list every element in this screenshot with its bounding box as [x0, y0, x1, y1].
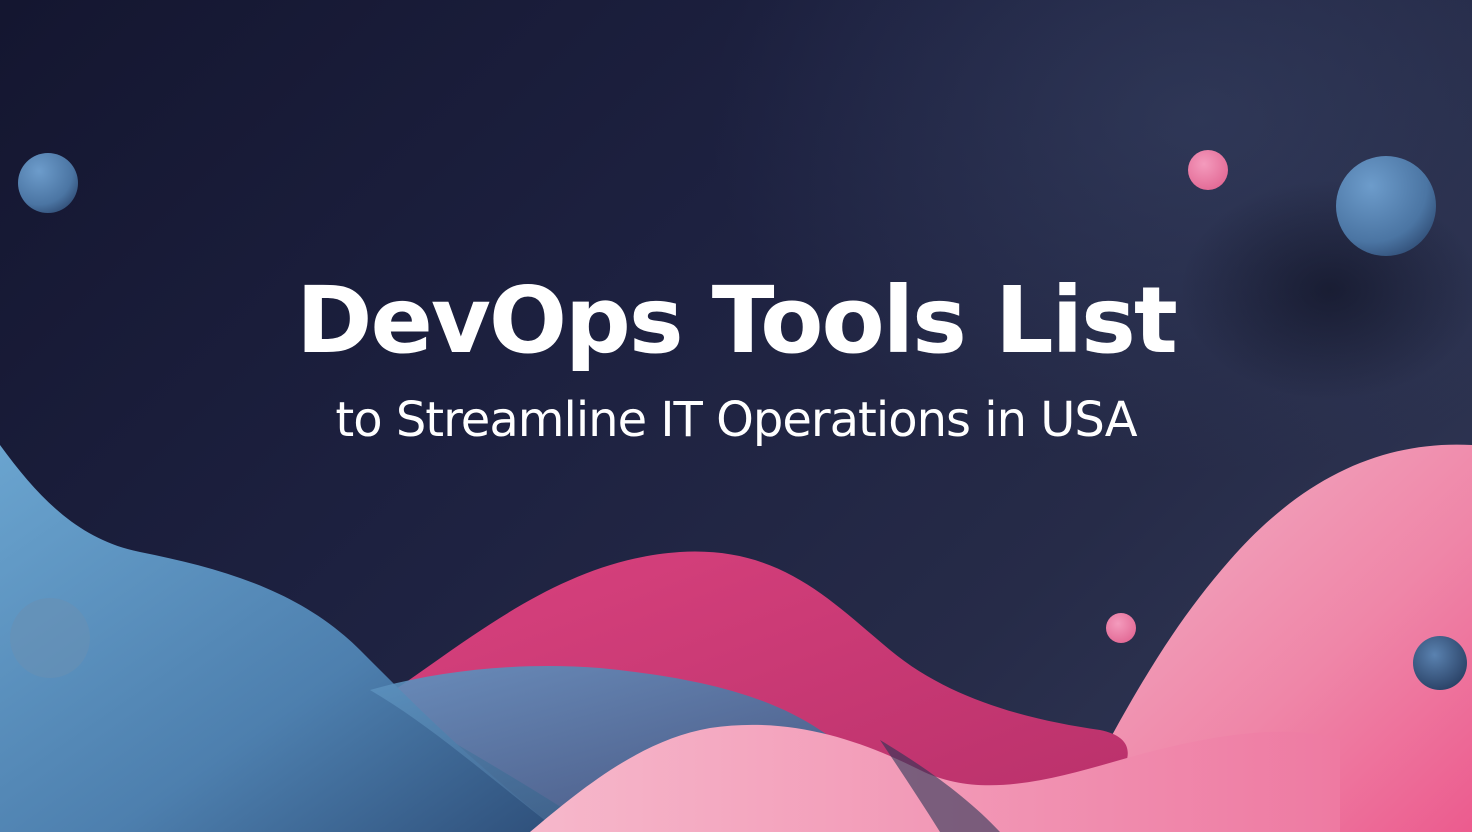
pink-sphere-small: [1106, 613, 1136, 643]
blue-sphere-large-right: [1336, 156, 1436, 256]
pink-sphere-top-right: [1188, 150, 1228, 190]
banner-subtitle: to Streamline IT Operations in USA: [335, 392, 1137, 448]
blue-sphere-top-left: [18, 153, 78, 213]
faded-sphere-left: [10, 598, 90, 678]
banner: DevOps Tools List to Streamline IT Opera…: [0, 0, 1472, 832]
dark-sphere-bottom-right: [1413, 636, 1467, 690]
banner-title: DevOps Tools List: [296, 267, 1178, 374]
